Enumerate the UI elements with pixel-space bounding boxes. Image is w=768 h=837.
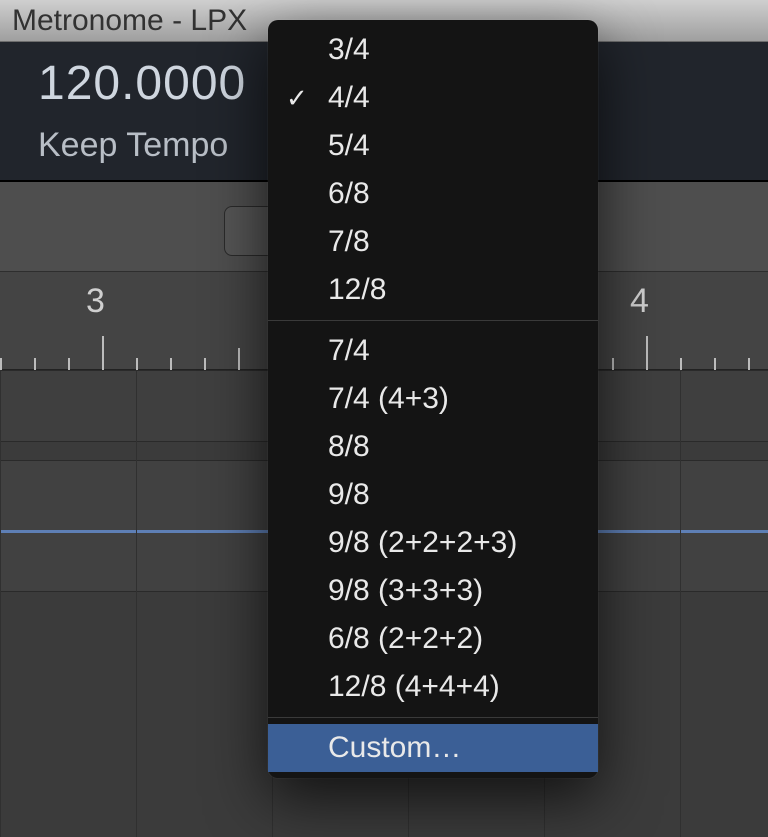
menu-item[interactable]: 6/8 (2+2+2)	[268, 615, 598, 663]
menu-separator	[268, 320, 598, 321]
menu-item[interactable]: 5/4	[268, 122, 598, 170]
tempo-value[interactable]: 120.0000	[38, 56, 246, 111]
menu-item-label: 12/8 (4+4+4)	[328, 670, 500, 703]
menu-item-label: Custom…	[328, 731, 461, 764]
menu-item[interactable]: 12/8	[268, 266, 598, 314]
menu-item[interactable]: 6/8	[268, 170, 598, 218]
bar-number: 4	[630, 282, 649, 321]
menu-separator	[268, 717, 598, 718]
menu-item[interactable]: 7/8	[268, 218, 598, 266]
menu-item[interactable]: 7/4 (4+3)	[268, 375, 598, 423]
app-window: Metronome - LPX 120.0000 Keep Tempo 3 4 3…	[0, 0, 768, 837]
menu-item-label: 12/8	[328, 273, 386, 306]
menu-item[interactable]: Custom…	[268, 724, 598, 772]
bar-number: 3	[86, 282, 105, 321]
menu-item[interactable]: 9/8 (2+2+2+3)	[268, 519, 598, 567]
menu-item-label: 6/8 (2+2+2)	[328, 622, 483, 655]
menu-item[interactable]: 12/8 (4+4+4)	[268, 663, 598, 711]
menu-item-label: 7/4	[328, 334, 370, 367]
menu-item[interactable]: 9/8	[268, 471, 598, 519]
menu-item[interactable]: 8/8	[268, 423, 598, 471]
menu-item-label: 3/4	[328, 33, 370, 66]
window-title: Metronome - LPX	[12, 4, 247, 38]
menu-item-label: 9/8	[328, 478, 370, 511]
menu-item[interactable]: 7/4	[268, 327, 598, 375]
menu-item-label: 7/8	[328, 225, 370, 258]
tempo-mode-label[interactable]: Keep Tempo	[38, 126, 228, 165]
menu-item-label: 4/4	[328, 81, 370, 114]
menu-item-label: 5/4	[328, 129, 370, 162]
menu-item-label: 6/8	[328, 177, 370, 210]
menu-item-label: 9/8 (3+3+3)	[328, 574, 483, 607]
menu-item-label: 8/8	[328, 430, 370, 463]
menu-item-label: 9/8 (2+2+2+3)	[328, 526, 517, 559]
check-icon: ✓	[286, 74, 308, 122]
menu-item-label: 7/4 (4+3)	[328, 382, 449, 415]
menu-item[interactable]: 9/8 (3+3+3)	[268, 567, 598, 615]
time-signature-menu[interactable]: 3/4 ✓ 4/4 5/4 6/8 7/8 12/8 7/4 7/4 (4+3) 8/8 9/8 9/…	[268, 20, 598, 778]
menu-item[interactable]: ✓ 4/4	[268, 74, 598, 122]
menu-item[interactable]: 3/4	[268, 26, 598, 74]
